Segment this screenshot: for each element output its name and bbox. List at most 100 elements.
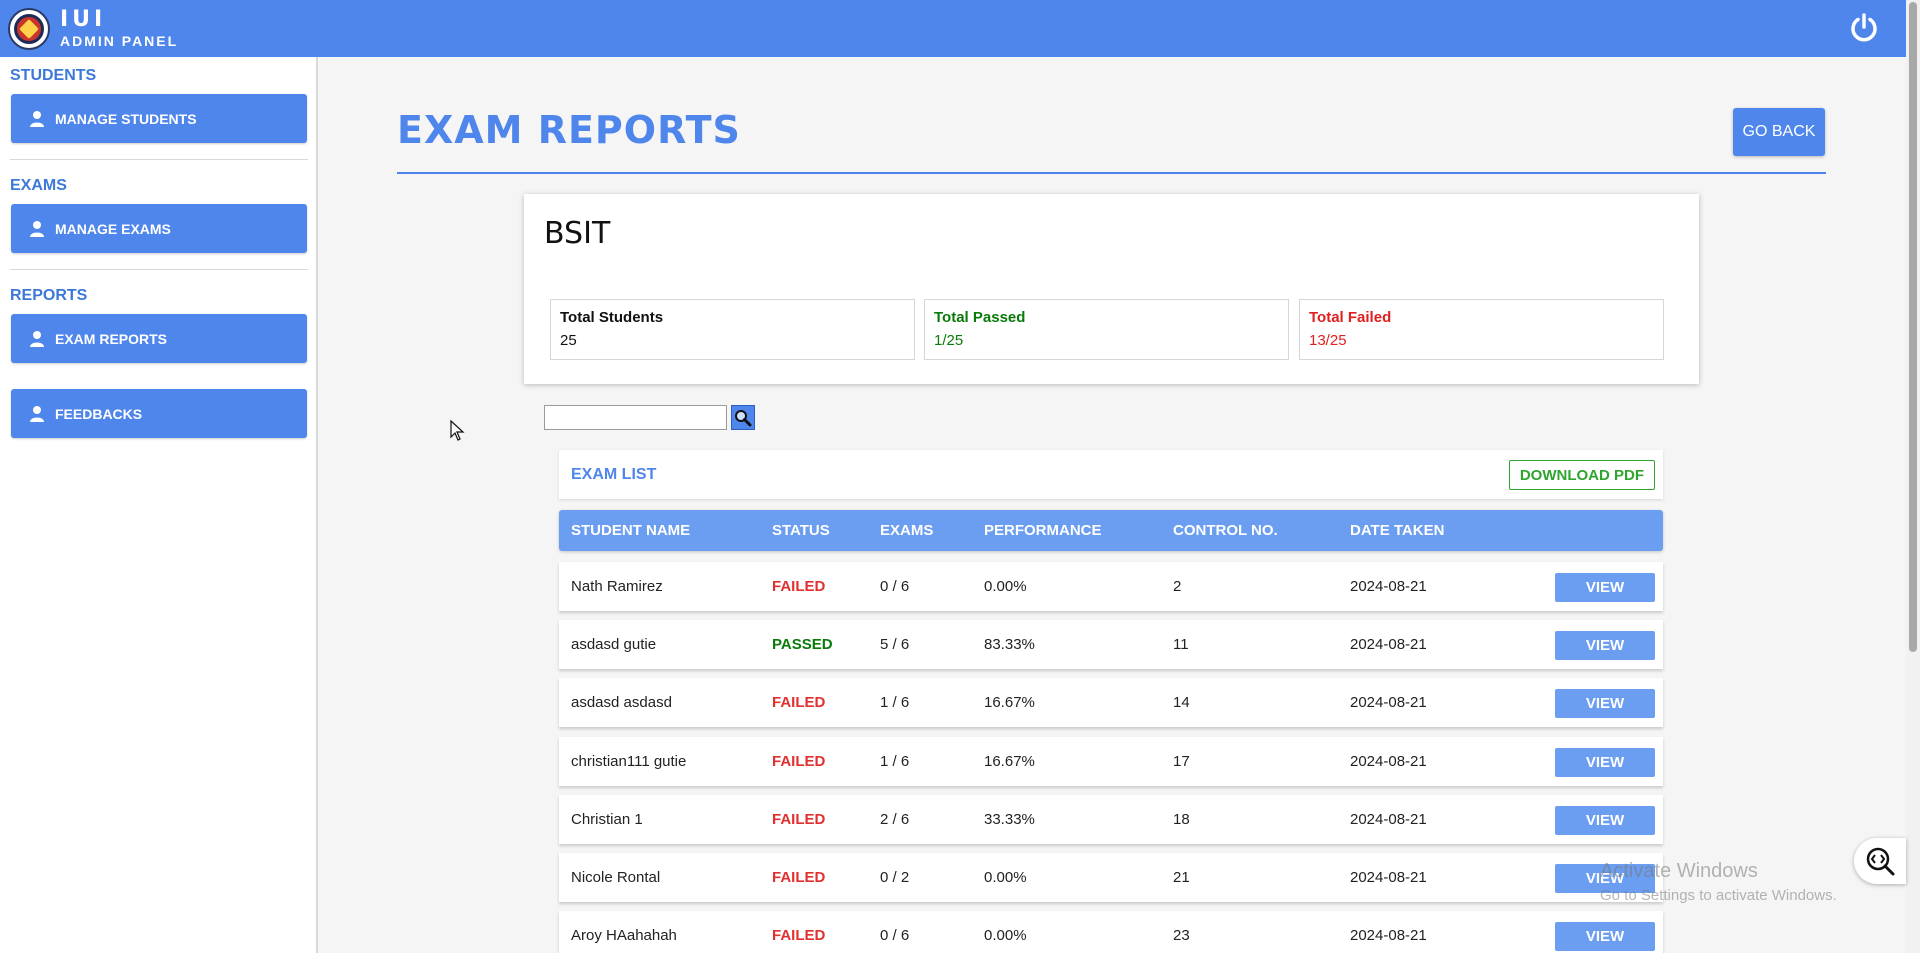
control-number: 11 (1173, 636, 1189, 653)
sidebar-section-reports: REPORTS (10, 287, 88, 304)
sidebar-section-exams: EXAMS (10, 177, 67, 194)
manage-students-label: MANAGE STUDENTS (55, 110, 197, 127)
performance: 16.67% (984, 753, 1035, 770)
column-header[interactable]: STATUS (772, 522, 830, 539)
exam-list-header: EXAM LIST DOWNLOAD PDF (559, 450, 1663, 499)
student-name: asdasd gutie (571, 636, 657, 653)
view-button[interactable]: VIEW (1555, 806, 1655, 835)
date-taken: 2024-08-21 (1350, 869, 1427, 886)
control-number: 17 (1173, 753, 1190, 770)
school-logo-icon (8, 7, 50, 50)
status-badge: FAILED (772, 927, 826, 944)
table-row: asdasd asdasd FAILED 1 / 6 16.67% 14 202… (559, 678, 1663, 727)
sidebar-divider (10, 269, 308, 270)
view-button[interactable]: VIEW (1555, 689, 1655, 718)
student-name: Christian 1 (571, 811, 643, 828)
view-button[interactable]: VIEW (1555, 631, 1655, 660)
stat-label: Total Passed (934, 309, 1026, 326)
brand-title: IUI (60, 7, 107, 32)
watermark-subtitle: Go to Settings to activate Windows. (1600, 887, 1837, 904)
table-row: Nath Ramirez FAILED 0 / 6 0.00% 2 2024-0… (559, 562, 1663, 611)
feedbacks-button[interactable]: FEEDBACKS (11, 389, 307, 438)
manage-students-button[interactable]: MANAGE STUDENTS (11, 94, 307, 143)
performance: 83.33% (984, 636, 1035, 653)
student-name: christian111 gutie (571, 753, 687, 770)
exam-reports-button[interactable]: EXAM REPORTS (11, 314, 307, 363)
view-button[interactable]: VIEW (1555, 748, 1655, 777)
view-button[interactable]: VIEW (1555, 922, 1655, 951)
table-row: Aroy HAahahah FAILED 0 / 6 0.00% 23 2024… (559, 911, 1663, 953)
date-taken: 2024-08-21 (1350, 927, 1427, 944)
control-number: 23 (1173, 927, 1190, 944)
status-badge: FAILED (772, 578, 826, 595)
control-number: 18 (1173, 811, 1190, 828)
go-back-button[interactable]: GO BACK (1733, 108, 1825, 156)
date-taken: 2024-08-21 (1350, 694, 1427, 711)
status-badge: PASSED (772, 636, 833, 653)
power-icon[interactable] (1848, 12, 1880, 44)
column-header[interactable]: STUDENT NAME (571, 522, 690, 539)
exams-count: 2 / 6 (880, 811, 910, 828)
stat-label: Total Students (560, 309, 664, 326)
summary-card: BSIT Total Students 25 Total Passed 1/25… (524, 194, 1699, 384)
download-pdf-button[interactable]: DOWNLOAD PDF (1508, 460, 1655, 490)
sidebar: STUDENTS MANAGE STUDENTS EXAMS MANAGE EX… (0, 57, 318, 953)
exams-count: 5 / 6 (880, 636, 910, 653)
student-name: Nicole Rontal (571, 869, 661, 886)
exam-reports-label: EXAM REPORTS (55, 330, 168, 347)
course-name: BSIT (544, 216, 611, 251)
title-divider (397, 172, 1826, 174)
table-row: Christian 1 FAILED 2 / 6 33.33% 18 2024-… (559, 795, 1663, 844)
search-input[interactable] (544, 405, 727, 430)
search-button[interactable] (731, 405, 755, 430)
user-icon (30, 330, 44, 347)
total-failed-stat: Total Failed 13/25 (1299, 299, 1664, 360)
mouse-cursor-icon (450, 420, 465, 441)
performance: 0.00% (984, 927, 1027, 944)
control-number: 14 (1173, 694, 1190, 711)
column-header[interactable]: PERFORMANCE (984, 522, 1102, 539)
exams-count: 0 / 2 (880, 869, 910, 886)
exams-count: 1 / 6 (880, 753, 910, 770)
status-badge: FAILED (772, 753, 826, 770)
student-name: Nath Ramirez (571, 578, 663, 595)
zoom-inspect-icon (1866, 847, 1895, 876)
control-number: 2 (1173, 578, 1182, 595)
manage-exams-button[interactable]: MANAGE EXAMS (11, 204, 307, 253)
feedbacks-label: FEEDBACKS (55, 405, 143, 422)
total-passed-stat: Total Passed 1/25 (924, 299, 1289, 360)
search-icon (735, 409, 752, 426)
performance: 0.00% (984, 869, 1027, 886)
scrollbar-thumb[interactable] (1909, 2, 1917, 652)
exam-list-title: EXAM LIST (571, 466, 657, 483)
total-students-stat: Total Students 25 (550, 299, 915, 360)
student-name: Aroy HAahahah (571, 927, 677, 944)
column-header[interactable]: DATE TAKEN (1350, 522, 1444, 539)
sidebar-divider (10, 159, 308, 160)
stat-value: 13/25 (1309, 332, 1347, 349)
performance: 16.67% (984, 694, 1035, 711)
page-title: EXAM REPORTS (397, 108, 741, 152)
vertical-scrollbar[interactable] (1906, 0, 1920, 953)
column-header[interactable]: CONTROL NO. (1173, 522, 1278, 539)
performance: 0.00% (984, 578, 1027, 595)
control-number: 21 (1173, 869, 1190, 886)
user-icon (30, 110, 44, 127)
top-bar: IUI ADMIN PANEL (0, 0, 1906, 57)
date-taken: 2024-08-21 (1350, 753, 1427, 770)
manage-exams-label: MANAGE EXAMS (55, 220, 171, 237)
sidebar-section-students: STUDENTS (10, 67, 97, 84)
zoom-inspect-button[interactable] (1854, 838, 1906, 884)
column-header[interactable]: EXAMS (880, 522, 933, 539)
status-badge: FAILED (772, 694, 826, 711)
status-badge: FAILED (772, 869, 826, 886)
date-taken: 2024-08-21 (1350, 636, 1427, 653)
stat-value: 1/25 (934, 332, 964, 349)
exams-count: 1 / 6 (880, 694, 910, 711)
brand-subtitle: ADMIN PANEL (60, 33, 179, 49)
student-name: asdasd asdasd (571, 694, 672, 711)
view-button[interactable]: VIEW (1555, 573, 1655, 602)
activate-windows-watermark: Activate Windows Go to Settings to activ… (1600, 860, 1837, 904)
date-taken: 2024-08-21 (1350, 578, 1427, 595)
brand: IUI ADMIN PANEL (60, 7, 179, 49)
